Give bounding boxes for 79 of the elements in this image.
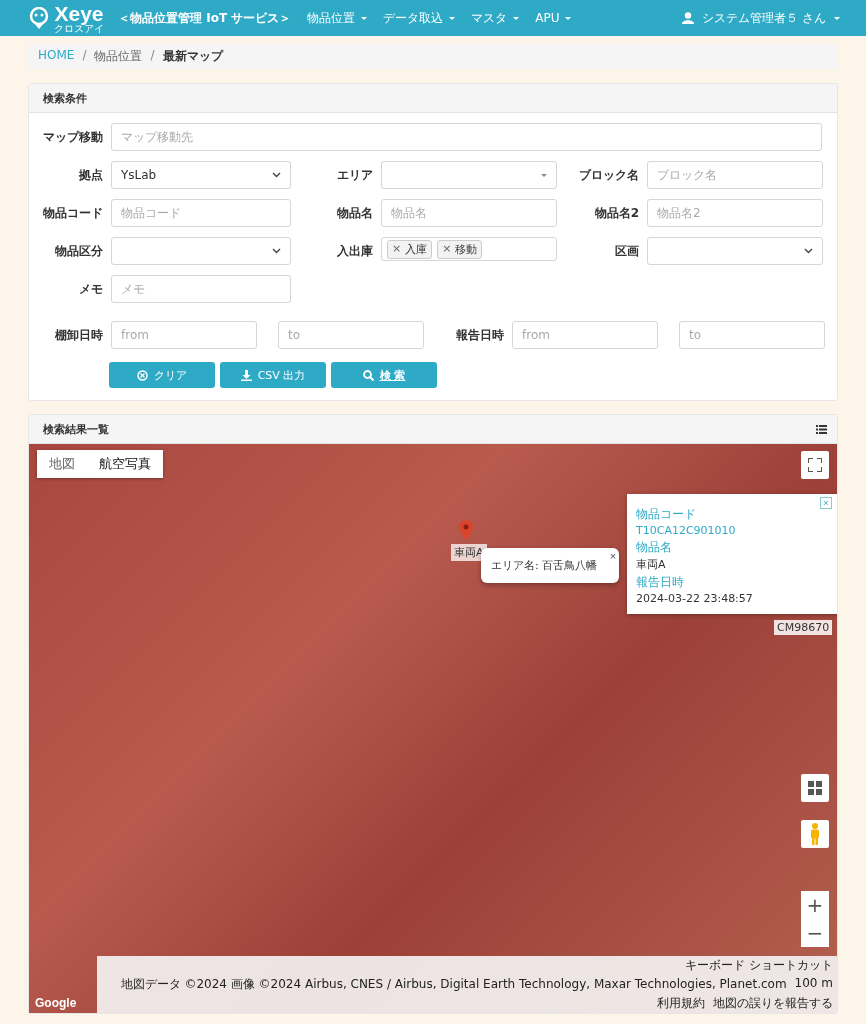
select-field[interactable] <box>647 237 823 265</box>
chevron-down-icon <box>272 248 281 254</box>
list-icon <box>816 424 827 434</box>
user-icon <box>682 12 695 24</box>
marker-label: CM98670 <box>774 620 833 635</box>
list-view-button[interactable] <box>816 424 827 434</box>
caret-icon <box>565 16 572 20</box>
info-value: 車両A <box>636 557 667 572</box>
attribution-text[interactable]: キーボード ショートカット <box>681 956 837 975</box>
service-title: ＜物品位置管理 IoT サービス＞ <box>118 9 292 27</box>
caret-icon <box>513 16 520 20</box>
breadcrumb-item[interactable]: 物品位置 <box>94 48 143 65</box>
clear-circle-icon <box>137 369 148 381</box>
info-value: 2024-03-22 23:48:57 <box>636 592 754 605</box>
chevron-down-icon <box>272 172 281 178</box>
download-icon <box>240 369 252 381</box>
field-label: ブロック名 <box>578 166 639 184</box>
remove-tag-button[interactable]: × <box>442 241 452 257</box>
text-field[interactable]: 物品コード <box>111 199 291 227</box>
breadcrumb-separator: / <box>150 48 155 64</box>
tag-field[interactable]: × 入庫 × 移動 <box>381 237 557 261</box>
text-field[interactable]: ブロック名 <box>647 161 823 189</box>
text-field[interactable]: メモ <box>111 275 291 303</box>
attribution-text[interactable]: 利用規約 <box>653 994 709 1013</box>
field-label: 物品名2 <box>593 204 639 222</box>
field-label: 物品区分 <box>54 242 103 260</box>
field-label: エリア <box>336 166 373 184</box>
combo-field[interactable] <box>381 161 557 189</box>
field-label: 報告日時 <box>455 326 504 344</box>
field-label: 区画 <box>614 242 639 260</box>
info-label: 物品コード <box>636 506 697 523</box>
map-logo: Google <box>35 996 77 1010</box>
search-icon <box>362 369 374 381</box>
chevron-down-icon <box>804 248 813 254</box>
logo-text: Xeye <box>54 2 104 24</box>
logo-icon <box>28 7 50 29</box>
panel-header: 検索結果一覧 <box>29 415 837 444</box>
attribution-text[interactable]: 地図データ ©2024 画像 ©2024 Airbus, CNES / Airbus, Digital Earth Technology, Maxar Technologies, Planet.com <box>116 975 791 994</box>
field-label: 物品名 <box>336 204 373 222</box>
breadcrumb-separator: / <box>82 48 87 64</box>
field-label: マップ移動 <box>42 128 103 146</box>
panel-header: 検索条件 <box>29 84 837 113</box>
select-field[interactable] <box>111 237 291 265</box>
attribution-text[interactable]: 地図の誤りを報告する <box>709 994 837 1013</box>
caret-icon <box>834 16 840 20</box>
date-from-field[interactable]: from <box>512 321 658 349</box>
map-type-tab[interactable]: 地図 <box>37 450 87 478</box>
field-label: 入出庫 <box>336 242 373 260</box>
info-label: 物品名 <box>636 539 673 556</box>
caret-icon <box>361 16 368 20</box>
layers-button[interactable] <box>801 774 829 802</box>
close-button[interactable]: × <box>609 550 617 562</box>
text-field[interactable]: 物品名2 <box>647 199 823 227</box>
fullscreen-icon <box>808 458 822 472</box>
info-label: 報告日時 <box>636 574 685 591</box>
popup-text: エリア名: 百舌鳥八幡 <box>491 559 598 572</box>
field-label: メモ <box>78 280 103 298</box>
map-type-tab[interactable]: 航空写真 <box>87 450 163 478</box>
fullscreen-button[interactable] <box>801 451 829 479</box>
attribution-text[interactable]: 100 m <box>790 975 837 994</box>
field-label: 棚卸日時 <box>54 326 103 344</box>
grid-icon <box>808 781 822 795</box>
select-field[interactable]: YsLab <box>111 161 291 189</box>
date-to-field[interactable]: to <box>278 321 424 349</box>
date-from-field[interactable]: from <box>111 321 257 349</box>
date-to-field[interactable]: to <box>679 321 825 349</box>
map-pin-icon <box>459 520 473 540</box>
tag-chip[interactable]: × 入庫 <box>387 239 433 259</box>
remove-tag-button[interactable]: × <box>392 241 402 257</box>
tag-chip[interactable]: × 移動 <box>437 239 483 259</box>
text-field[interactable]: 物品名 <box>381 199 557 227</box>
map-move-field[interactable]: マップ移動先 <box>111 123 822 151</box>
street-view-button[interactable] <box>801 820 829 848</box>
field-label: 拠点 <box>78 166 103 184</box>
person-icon <box>809 823 821 845</box>
caret-icon <box>541 173 547 177</box>
field-label: 物品コード <box>42 204 103 222</box>
caret-icon <box>449 16 456 20</box>
breadcrumb-item: 最新マップ <box>162 48 223 65</box>
